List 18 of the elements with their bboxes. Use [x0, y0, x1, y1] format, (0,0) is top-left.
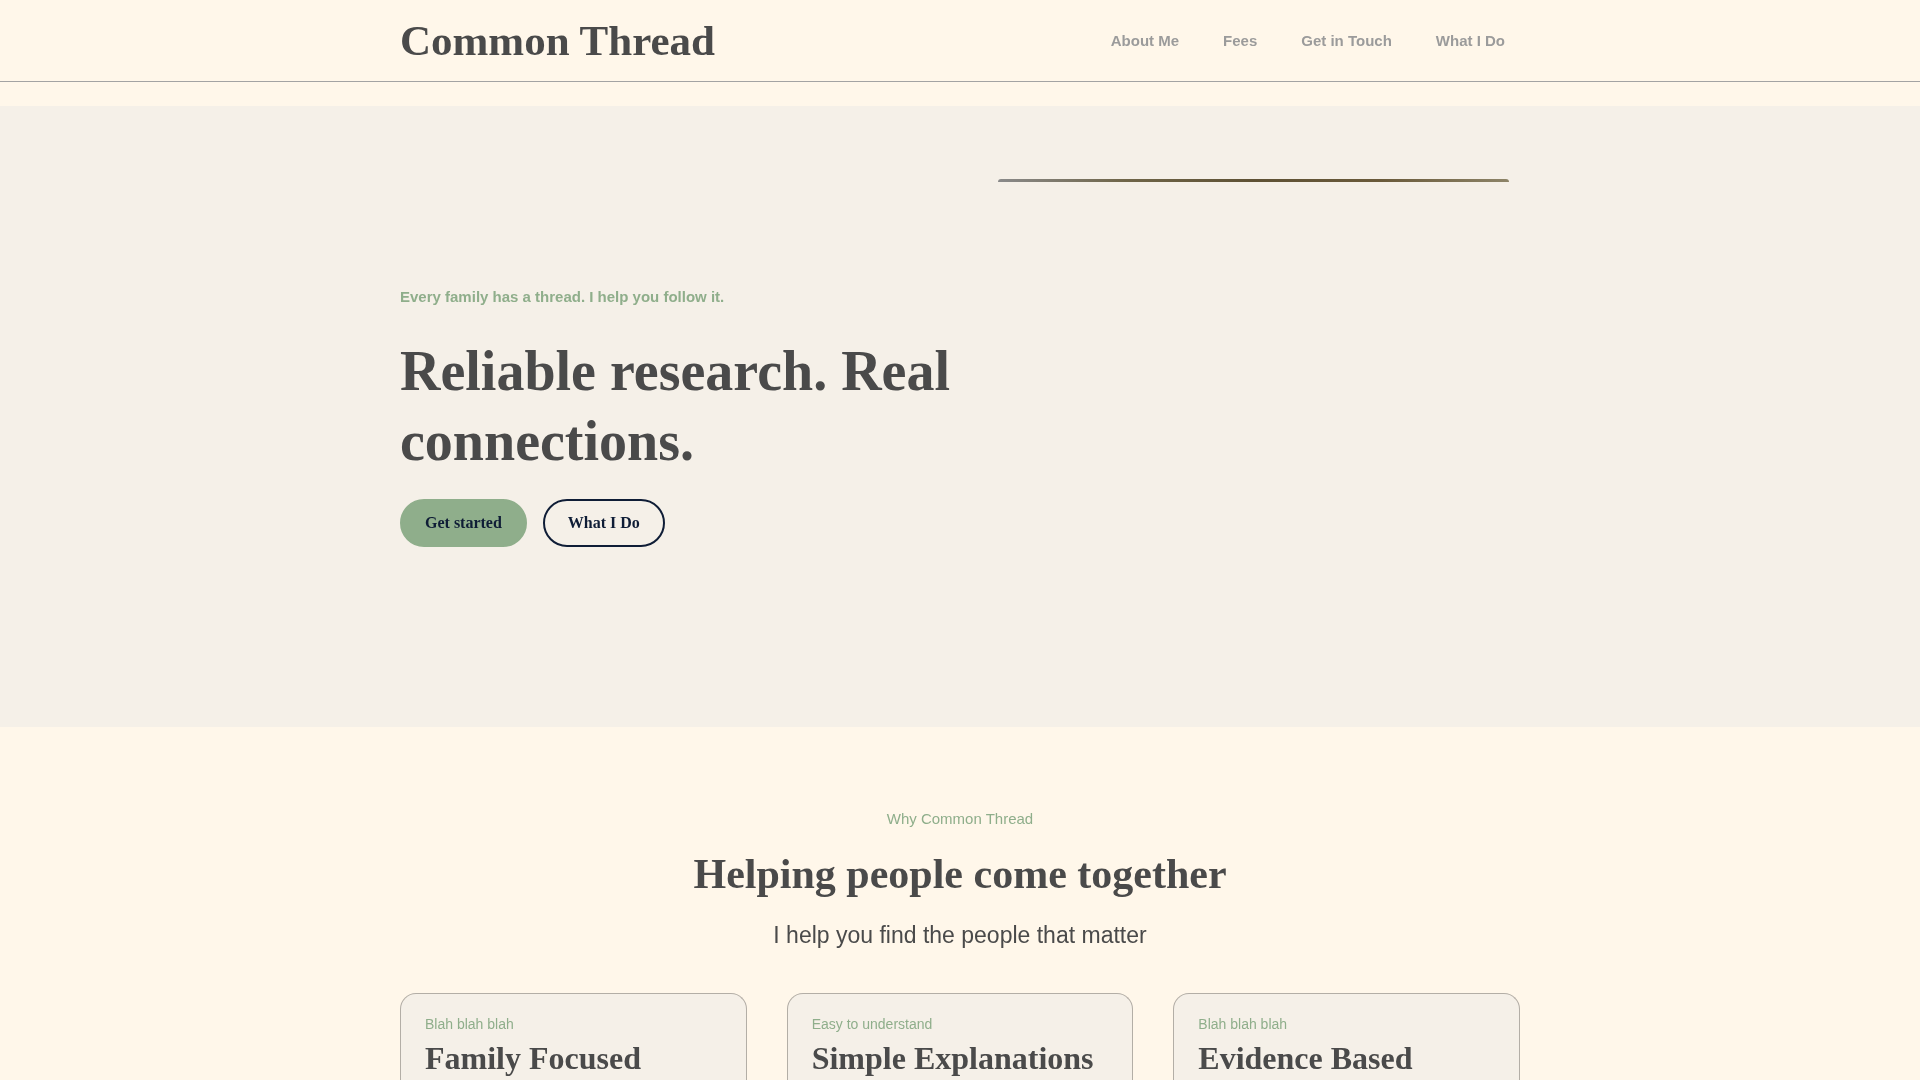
section-heading: Helping people come together	[693, 850, 1227, 899]
card-title: Simple Explanations	[811, 1040, 1094, 1076]
outline-button[interactable]: What I Do	[542, 498, 665, 547]
hero-heading: Reliable research. Real connections.	[400, 338, 952, 474]
hero-tagline: Every family has a thread. I help you follow it.	[400, 286, 725, 307]
card-title: Family Focused	[425, 1040, 641, 1076]
primary-button[interactable]: Get started	[400, 498, 527, 547]
nav-link[interactable]: Get in Touch	[1301, 32, 1392, 49]
nav-link[interactable]: What I Do	[1435, 32, 1505, 49]
section-subtitle: I help you find the people that matter	[773, 921, 1147, 949]
site-logo[interactable]: Common Thread	[400, 19, 715, 62]
card-title: Evidence Based	[1198, 1040, 1413, 1076]
card-tagline: Easy to understand	[811, 1015, 933, 1034]
section-tagline: Why Common Thread	[886, 809, 1034, 829]
nav-link[interactable]: Fees	[1223, 32, 1258, 49]
card-tagline: Blah blah blah	[425, 1015, 514, 1034]
nav-link[interactable]: About Me	[1110, 32, 1180, 49]
card-tagline: Blah blah blah	[1198, 1015, 1288, 1034]
